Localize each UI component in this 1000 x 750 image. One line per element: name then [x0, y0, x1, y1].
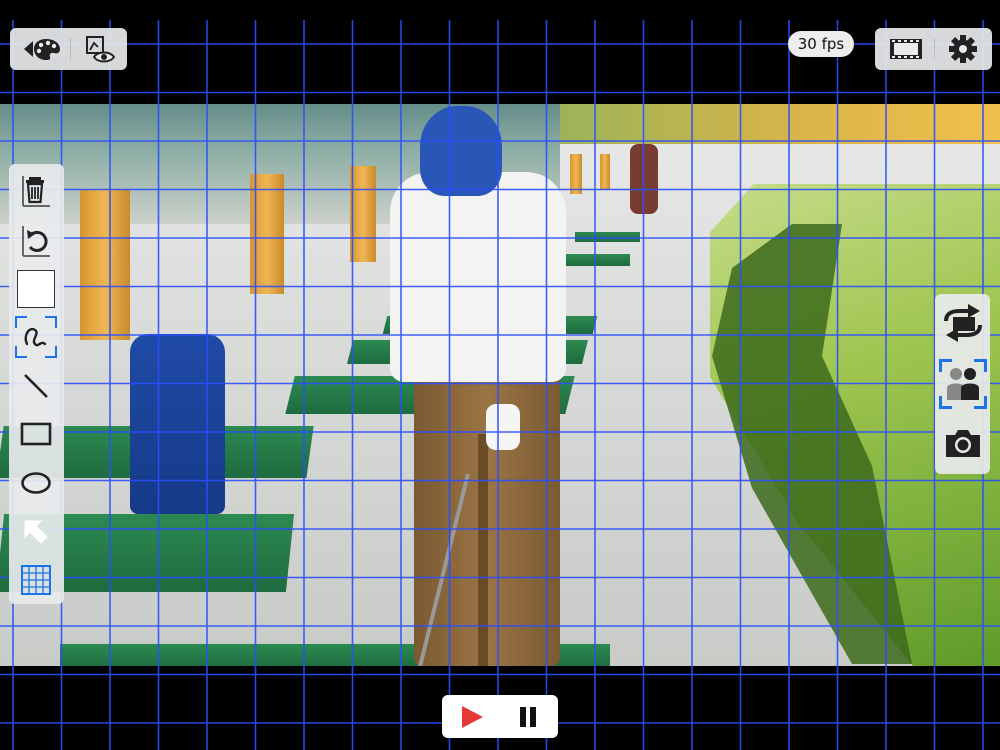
selection-corner [45, 316, 57, 328]
compare-toolbar [935, 294, 990, 474]
line-icon [24, 374, 48, 398]
undo-icon [22, 226, 50, 257]
selection-corner [974, 359, 987, 372]
golfer-cap [420, 106, 502, 196]
play-button[interactable] [448, 699, 496, 735]
settings-button[interactable] [939, 32, 987, 66]
film-strip-icon [890, 39, 922, 59]
delete-button[interactable] [16, 170, 56, 210]
line-tool-button[interactable] [16, 366, 56, 406]
rectangle-tool-button[interactable] [16, 414, 56, 454]
ellipse-icon [21, 472, 51, 494]
selection-corner [939, 359, 952, 372]
hitting-mat [560, 254, 630, 266]
snapshot-button[interactable] [939, 420, 987, 466]
toolbar-divider [70, 38, 71, 60]
range-post [80, 190, 130, 340]
undo-button[interactable] [16, 220, 56, 260]
selection-corner [15, 346, 27, 358]
color-picker-button[interactable] [15, 268, 57, 310]
selection-corner [939, 396, 952, 409]
hitting-mat [575, 232, 640, 242]
toolbar-divider [934, 38, 935, 60]
golfer-shirt [390, 172, 566, 382]
freehand-tool-button[interactable] [15, 316, 57, 358]
arrow-icon [24, 520, 48, 544]
top-left-toolbar [10, 28, 127, 70]
golf-bag [130, 334, 225, 514]
range-post [600, 154, 610, 190]
golfer-legs-gap [478, 434, 488, 666]
pause-icon [520, 707, 536, 727]
back-palette-icon [24, 39, 60, 60]
overlay-view-button[interactable] [78, 32, 122, 66]
fps-badge: 30 fps [788, 31, 854, 57]
ellipse-tool-button[interactable] [16, 463, 56, 503]
range-post [350, 166, 376, 262]
selection-corner [45, 346, 57, 358]
play-icon [462, 706, 483, 728]
playback-controls [442, 695, 558, 738]
back-palette-button[interactable] [16, 32, 68, 66]
drawing-toolbar [9, 164, 64, 604]
camera-icon [946, 430, 980, 457]
color-swatch-icon [17, 270, 55, 308]
compare-button[interactable] [939, 359, 987, 409]
top-right-toolbar [875, 28, 992, 70]
background-golfer [630, 144, 658, 214]
grid-tool-button[interactable] [16, 560, 56, 600]
overlay-eye-icon [86, 36, 116, 63]
swap-icon [944, 304, 982, 342]
swap-button[interactable] [939, 300, 987, 346]
rectangle-icon [20, 422, 52, 446]
gear-icon [949, 35, 977, 63]
arrow-tool-button[interactable] [16, 512, 56, 552]
grid-icon [21, 565, 51, 595]
selection-corner [974, 396, 987, 409]
range-post [250, 174, 284, 294]
range-post [570, 154, 582, 194]
trash-icon [22, 176, 50, 207]
pause-button[interactable] [504, 699, 552, 735]
golfer-glove [486, 404, 520, 450]
background-trees [560, 104, 1000, 144]
video-frame[interactable] [0, 104, 1000, 666]
film-button[interactable] [881, 32, 931, 66]
selection-corner [15, 316, 27, 328]
